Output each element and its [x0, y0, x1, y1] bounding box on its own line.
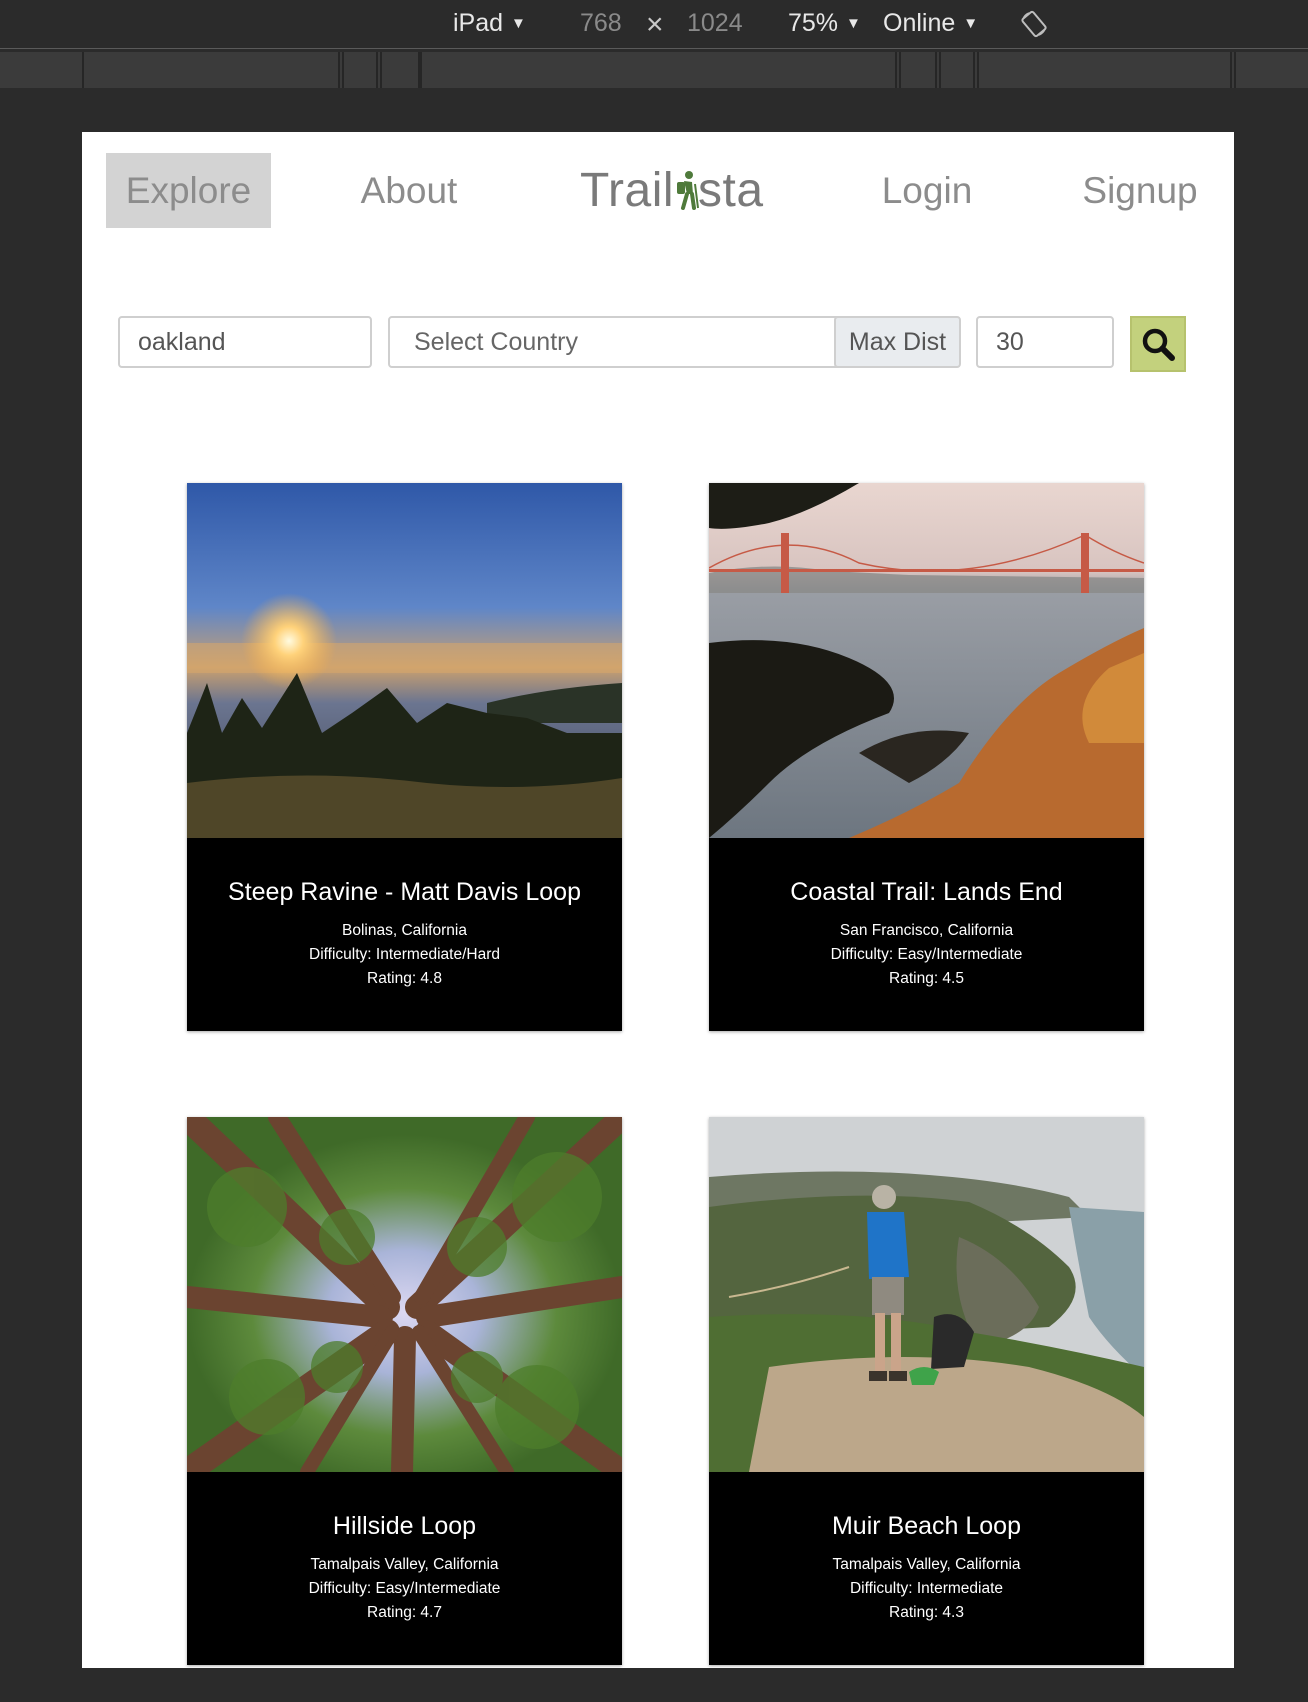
- trail-location: Tamalpais Valley, California: [310, 1556, 499, 1573]
- trail-card-body: Coastal Trail: Lands End San Francisco, …: [709, 838, 1144, 1031]
- trail-location: Tamalpais Valley, California: [832, 1556, 1021, 1573]
- trail-name: Coastal Trail: Lands End: [790, 878, 1063, 906]
- chevron-down-icon: ▼: [511, 15, 526, 32]
- trail-card[interactable]: Muir Beach Loop Tamalpais Valley, Califo…: [709, 1117, 1144, 1665]
- brand-suffix: sta: [698, 164, 764, 217]
- trail-photo-hiker-cliff: [709, 1117, 1144, 1472]
- trail-photo-redwoods: [187, 1117, 622, 1472]
- trail-location: San Francisco, California: [839, 922, 1014, 939]
- max-dist-label: Max Dist: [834, 316, 961, 368]
- nav-login[interactable]: Login: [862, 153, 992, 228]
- trail-card-body: Muir Beach Loop Tamalpais Valley, Califo…: [709, 1472, 1144, 1665]
- media-query-ruler: [0, 52, 1308, 88]
- trail-difficulty: Difficulty: Easy/Intermediate: [830, 946, 1023, 963]
- nav-signup[interactable]: Signup: [1070, 153, 1210, 228]
- height-input[interactable]: 1024: [687, 9, 743, 38]
- rotate-icon[interactable]: [1020, 10, 1048, 38]
- network-select[interactable]: Online ▼: [883, 9, 978, 38]
- chevron-down-icon: ▼: [963, 15, 979, 32]
- brand-prefix: Trail: [580, 164, 675, 217]
- device-toolbar: iPad ▼ 768 × 1024 75% ▼ Online ▼: [0, 0, 1308, 49]
- trail-difficulty: Difficulty: Easy/Intermediate: [308, 1580, 501, 1597]
- trail-card-body: Steep Ravine - Matt Davis Loop Bolinas, …: [187, 838, 622, 1031]
- nav-explore[interactable]: Explore: [106, 153, 271, 228]
- nav-about[interactable]: About: [344, 153, 474, 228]
- times-icon: ×: [646, 8, 664, 41]
- brand-logo[interactable]: Trail sta: [580, 153, 764, 228]
- width-input[interactable]: 768: [580, 9, 622, 38]
- trail-rating: Rating: 4.3: [889, 1604, 964, 1621]
- trail-rating: Rating: 4.5: [889, 970, 964, 987]
- trail-photo-golden-gate: [709, 483, 1144, 838]
- trail-name: Hillside Loop: [332, 1512, 477, 1540]
- device-name: iPad: [453, 9, 504, 37]
- trail-card[interactable]: Steep Ravine - Matt Davis Loop Bolinas, …: [187, 483, 622, 1031]
- hiker-icon: [677, 171, 700, 210]
- location-input[interactable]: oakland: [118, 316, 372, 368]
- max-dist-input[interactable]: 30: [976, 316, 1114, 368]
- trail-rating: Rating: 4.7: [367, 1604, 442, 1621]
- device-select[interactable]: iPad ▼: [453, 9, 526, 38]
- zoom-value: 75%: [788, 9, 839, 37]
- trail-card[interactable]: Coastal Trail: Lands End San Francisco, …: [709, 483, 1144, 1031]
- device-viewport: Explore About Trail sta Login Signup oak…: [82, 132, 1234, 1668]
- search-button[interactable]: [1130, 316, 1186, 372]
- trail-photo-sunset: [187, 483, 622, 838]
- search-form: oakland Select Country Max Dist 30: [82, 314, 1234, 374]
- trail-difficulty: Difficulty: Intermediate/Hard: [309, 946, 500, 963]
- trail-difficulty: Difficulty: Intermediate: [849, 1580, 1004, 1597]
- trail-name: Muir Beach Loop: [831, 1512, 1021, 1540]
- trail-name: Steep Ravine - Matt Davis Loop: [228, 878, 581, 906]
- trail-card-body: Hillside Loop Tamalpais Valley, Californ…: [187, 1472, 622, 1665]
- trail-card[interactable]: Hillside Loop Tamalpais Valley, Californ…: [187, 1117, 622, 1665]
- search-icon: [1142, 328, 1175, 361]
- chevron-down-icon: ▼: [846, 15, 861, 32]
- network-value: Online: [883, 9, 956, 37]
- top-nav: Explore About Trail sta Login Signup: [82, 132, 1234, 242]
- trail-location: Bolinas, California: [342, 922, 467, 939]
- zoom-select[interactable]: 75% ▼: [788, 9, 861, 38]
- trail-rating: Rating: 4.8: [367, 970, 442, 987]
